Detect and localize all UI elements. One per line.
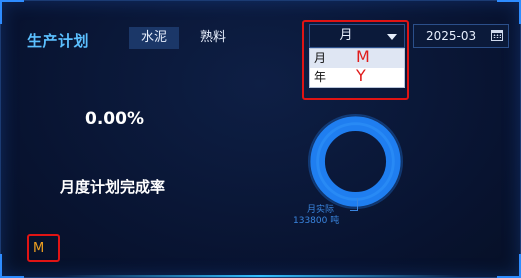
completion-percentage: 0.00% <box>85 109 144 129</box>
mode-badge[interactable]: M <box>33 241 44 256</box>
tab-clinker[interactable]: 熟料 <box>188 27 238 49</box>
corner-decoration <box>0 254 24 278</box>
corner-decoration <box>497 254 521 278</box>
corner-decoration <box>497 0 521 24</box>
completion-ring <box>307 113 404 210</box>
annotation-highlight-box <box>302 20 409 100</box>
actual-output-label: 月实际 133800 吨 <box>293 205 339 227</box>
tab-cement[interactable]: 水泥 <box>129 27 180 49</box>
panel-title: 生产计划 <box>27 32 90 50</box>
label-leader-line <box>350 198 358 211</box>
calendar-icon[interactable] <box>491 30 503 41</box>
actual-label-title: 月实际 <box>307 205 335 215</box>
corner-decoration <box>0 0 24 24</box>
date-picker-value: 2025-03 <box>426 29 477 43</box>
month-date-picker[interactable]: 2025-03 <box>413 24 509 48</box>
completion-rate-label: 月度计划完成率 <box>60 178 166 196</box>
actual-label-value: 133800 吨 <box>293 216 340 226</box>
bottom-glow-line <box>61 275 460 277</box>
